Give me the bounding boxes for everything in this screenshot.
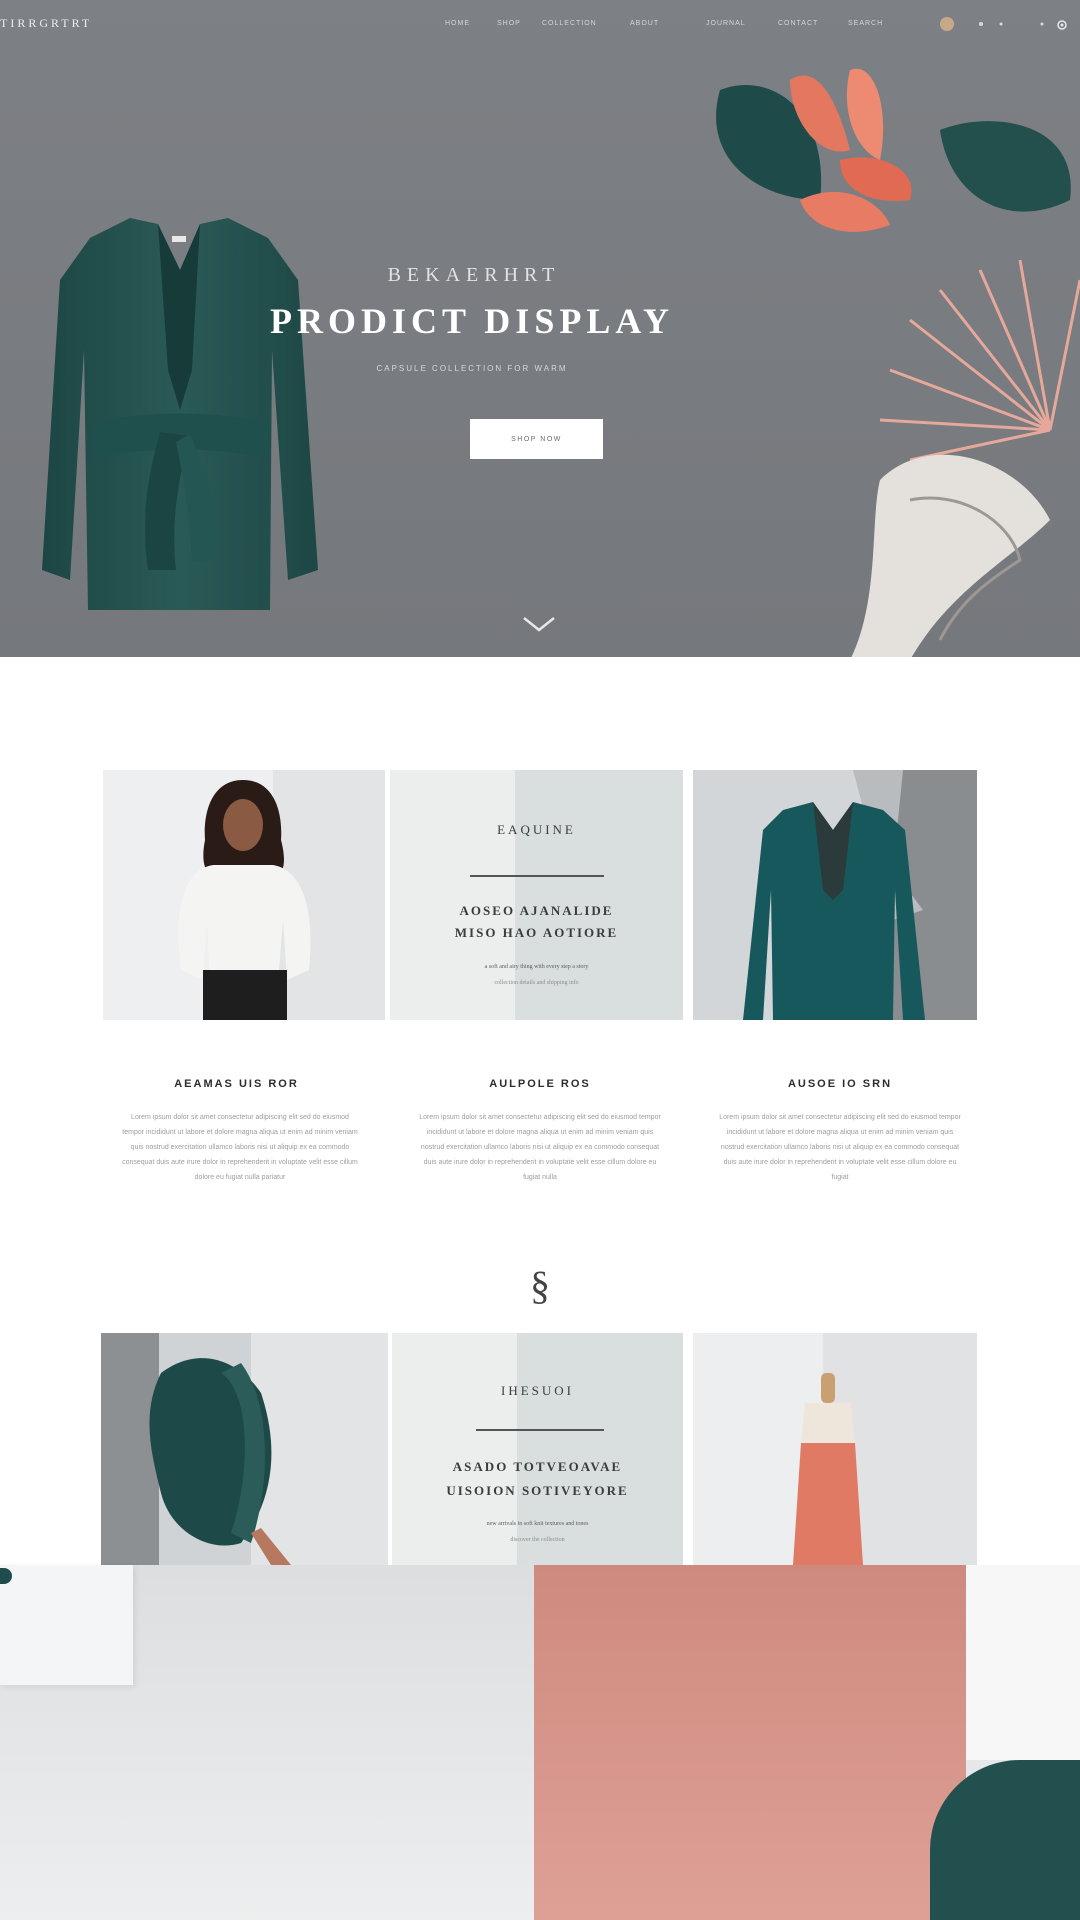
knit-vase-tile[interactable] <box>693 1333 977 1565</box>
column-3-text: Lorem ipsum dolor sit amet consectetur a… <box>719 1114 961 1181</box>
column-1-text: Lorem ipsum dolor sit amet consectetur a… <box>122 1114 358 1181</box>
draped-cardigan-photo <box>149 1333 388 1565</box>
ornament-icon: § <box>530 1263 550 1308</box>
nav-item-home[interactable]: HOME <box>445 20 470 27</box>
divider-line <box>476 1429 604 1431</box>
palm-decoration <box>851 260 1080 657</box>
knit-vase-photo <box>693 1333 977 1565</box>
divider-line <box>470 875 604 877</box>
hero-banner: TIRRGRTRT HOME SHOP COLLECTION ABOUT JOU… <box>0 0 1080 657</box>
leaves-and-flower-decoration <box>716 68 1071 232</box>
model-photo <box>178 770 385 1020</box>
feature-1-heading-line-2: MISO HAO AOTIORE <box>454 925 619 940</box>
teal-cardigan-tile[interactable] <box>693 770 977 1020</box>
feature-2-note: discover the collection <box>510 1537 565 1543</box>
feature-card-1: EAQUINE AOSEO AJANALIDE MISO HAO AOTIORE… <box>390 770 683 1020</box>
nav-item-shop[interactable]: SHOP <box>497 20 521 27</box>
site-logo[interactable]: TIRRGRTRT <box>0 16 92 31</box>
nav-item-about[interactable]: ABOUT <box>630 20 659 27</box>
feature-2-heading-line-2: UISOION SOTIVEYORE <box>446 1483 629 1498</box>
wishlist-icon[interactable] <box>975 18 987 30</box>
feature-1-heading-line-1: AOSEO AJANALIDE <box>459 903 614 918</box>
feature-2-caption: new arrivals in soft knit textures and t… <box>486 1521 589 1527</box>
column-1-title: AEAMAS UIS ROR <box>174 1078 299 1090</box>
column-3-title: AUSOE IO SRN <box>787 1078 893 1090</box>
nav-item-search[interactable]: SEARCH <box>848 20 883 27</box>
feature-1-eyebrow: EAQUINE <box>497 822 576 837</box>
chevron-down-icon[interactable] <box>520 612 558 636</box>
teal-cardigan-photo <box>743 770 977 1020</box>
nav-item-collection[interactable]: COLLECTION <box>542 20 597 27</box>
feature-card-2: IHESUOI ASADO TOTVEOAVAE UISOION SOTIVEY… <box>392 1333 683 1565</box>
draped-cardigan-tile[interactable] <box>101 1333 388 1565</box>
nav-item-contact[interactable]: CONTACT <box>778 20 818 27</box>
compare-icon[interactable] <box>995 18 1007 30</box>
feature-2-eyebrow: IHESUOI <box>501 1383 574 1398</box>
user-icon[interactable] <box>1036 18 1048 30</box>
white-block <box>0 1565 133 1685</box>
feature-1-caption: a soft and airy thing with every step a … <box>484 964 589 970</box>
shop-now-button[interactable]: SHOP NOW <box>470 419 603 459</box>
account-icon[interactable] <box>940 17 954 31</box>
white-side-block <box>966 1565 1080 1760</box>
blush-color-block <box>534 1565 966 1920</box>
cart-icon[interactable] <box>1055 18 1069 32</box>
nav-item-journal[interactable]: JOURNAL <box>706 20 746 27</box>
feature-1-note: collection details and shipping info <box>494 980 579 986</box>
model-photo-tile[interactable] <box>103 770 385 1020</box>
column-2-title: AULPOLE ROS <box>489 1078 591 1090</box>
feature-2-heading-line-1: ASADO TOTVEOAVAE <box>452 1459 623 1474</box>
column-2-text: Lorem ipsum dolor sit amet consectetur a… <box>419 1114 661 1181</box>
